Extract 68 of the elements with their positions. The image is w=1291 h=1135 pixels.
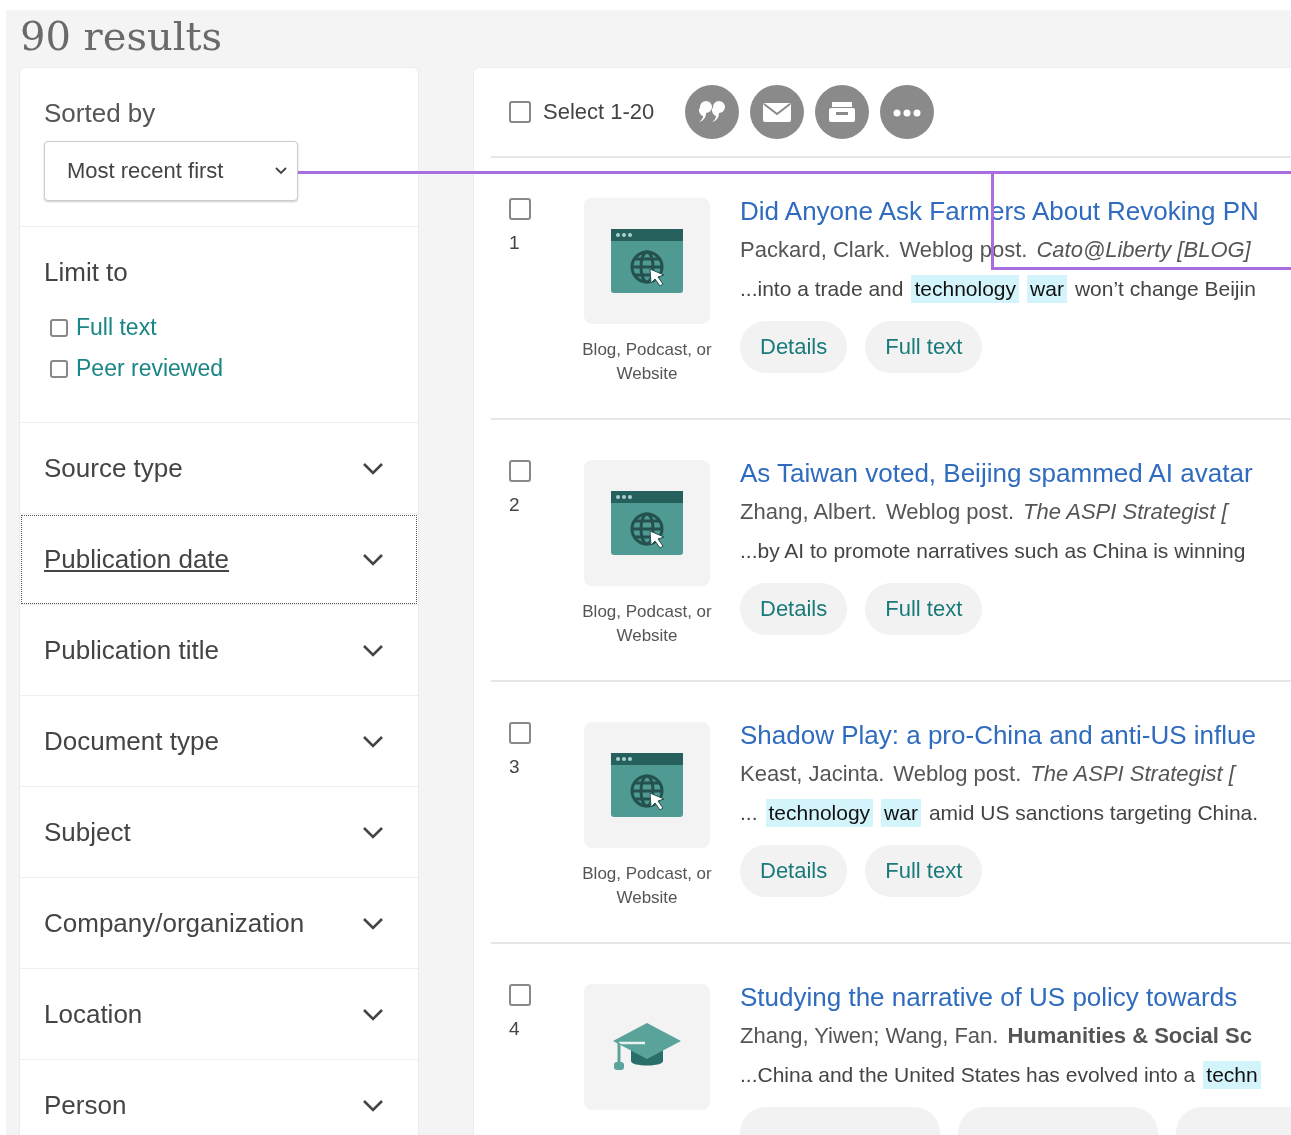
facet-header[interactable]: Publication date [20, 514, 418, 605]
checkbox[interactable] [509, 984, 531, 1006]
author-names: Packard, Clark. [740, 237, 891, 263]
result-number: 3 [509, 756, 521, 778]
facet-header[interactable]: Person [20, 1060, 418, 1135]
result-snippet: ...China and the United States has evolved into a techn [740, 1061, 1291, 1089]
chevron-down-icon [362, 643, 384, 657]
author-names: Zhang, Yiwen; Wang, Fan. [740, 1023, 999, 1049]
checkbox[interactable] [509, 198, 531, 220]
result-number: 4 [509, 1018, 521, 1040]
checkbox[interactable] [50, 359, 68, 378]
sort-label: Sorted by [44, 98, 157, 129]
facet-header[interactable]: Source type [20, 423, 418, 514]
result-action-button[interactable]: Full text [865, 845, 983, 897]
publication-source: The ASPI Strategist [ [1030, 761, 1235, 787]
checkbox[interactable] [509, 101, 531, 123]
result-snippet: ...by AI to promote narratives such as China is winning [740, 538, 1247, 564]
author-names: Zhang, Albert. [740, 499, 877, 525]
publication-source: The ASPI Strategist [ [1023, 499, 1228, 525]
web-page-globe-icon [610, 489, 684, 557]
result-action-button[interactable]: Details [740, 583, 848, 635]
facet-header[interactable]: Publication title [20, 605, 418, 696]
email-icon[interactable] [750, 85, 805, 139]
chevron-down-icon [362, 916, 384, 930]
facet-header[interactable]: Company/organization [20, 878, 418, 969]
result-title-link[interactable]: As Taiwan voted, Beijing spammed AI avatar [740, 458, 1253, 489]
sort-dropdown[interactable]: Most recent first [44, 141, 298, 201]
web-page-globe-icon [610, 751, 684, 819]
chevron-down-icon [362, 825, 384, 839]
result-snippet: ...into a trade and technology war won’t change Beijin [740, 275, 1259, 303]
result-title-link[interactable]: Studying the narrative of US policy towards [740, 982, 1291, 1013]
result-snippet: ... technology war amid US sanctions targeting China. [740, 799, 1259, 827]
filter-option-link[interactable]: Peer reviewed [76, 355, 224, 382]
facet-header[interactable]: Location [20, 969, 418, 1060]
checkbox[interactable] [50, 318, 68, 337]
chevron-down-icon [275, 167, 287, 175]
chevron-down-icon [362, 552, 384, 566]
section-title: Limit to [44, 257, 129, 288]
checkbox[interactable] [509, 460, 531, 482]
document-type: Weblog post. [886, 499, 1014, 525]
result-action-button[interactable]: Details [740, 321, 848, 373]
document-type: Weblog post. [893, 761, 1022, 787]
result-action-button[interactable]: Full text [865, 321, 983, 373]
web-page-globe-icon [610, 227, 684, 295]
chevron-down-icon [362, 734, 384, 748]
source-type-label: Blog, Podcast, or Website [581, 339, 713, 385]
result-action-button[interactable]: Details [740, 845, 848, 897]
publication-source: Cato@Liberty [BLOG] [1036, 237, 1251, 263]
author-names: Keast, Jacinta. [740, 761, 885, 787]
select-label: Select 1-20 [543, 99, 655, 125]
facet-header[interactable]: Subject [20, 787, 418, 878]
filter-option-link[interactable]: Full text [76, 314, 157, 341]
publication-source: Humanities & Social Sc [1007, 1023, 1252, 1049]
chevron-down-icon [362, 461, 384, 475]
cite-quote-icon[interactable] [685, 85, 740, 139]
result-number: 1 [509, 232, 521, 254]
print-icon[interactable] [815, 85, 870, 139]
facet-header[interactable]: Document type [20, 696, 418, 787]
source-type-label: Blog, Podcast, or Website [581, 601, 713, 647]
result-title-link[interactable]: Shadow Play: a pro-China and anti-US influe [740, 720, 1259, 751]
result-action-button[interactable]: Full text [865, 583, 983, 635]
results-count: 90 results [20, 12, 223, 60]
checkbox[interactable] [509, 722, 531, 744]
more-options-icon[interactable] [880, 85, 935, 139]
chevron-down-icon [362, 1098, 384, 1112]
chevron-down-icon [362, 1007, 384, 1021]
source-type-label: Blog, Podcast, or Website [581, 863, 713, 909]
result-number: 2 [509, 494, 521, 516]
